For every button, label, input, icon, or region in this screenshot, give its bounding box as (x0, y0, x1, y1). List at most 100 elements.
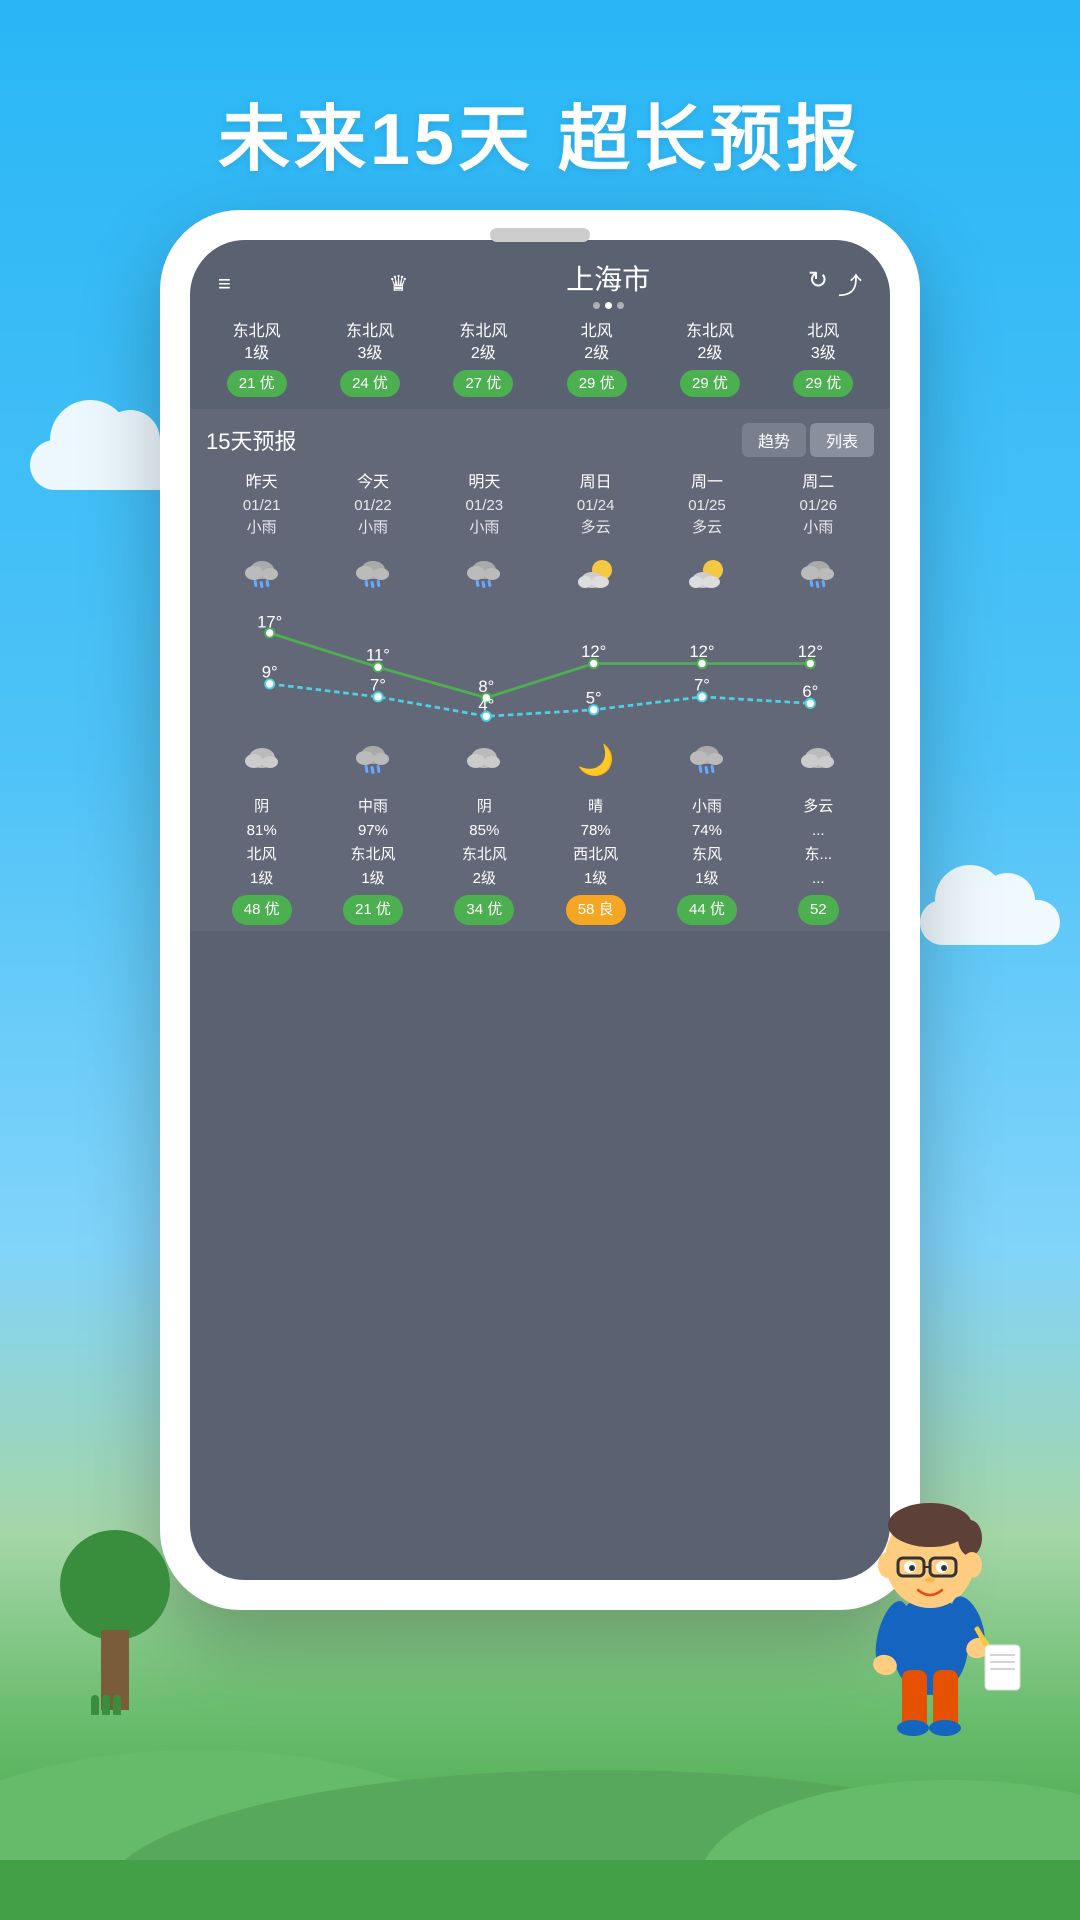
bottom-wind-5: 东... (763, 843, 874, 867)
bottom-col-2: 阴 85% 东北风 2级 34 优 (429, 795, 540, 931)
rain-icon-1 (351, 554, 395, 598)
bottom-wind-2: 东北风 (429, 843, 540, 867)
wind-direction-4: 东北风 (655, 321, 764, 343)
bottom-condition-0: 阴 (206, 795, 317, 819)
dot-1 (593, 302, 600, 309)
bottom-weather-icons: 🌙 (206, 734, 874, 789)
wind-level-0: 1级 (202, 343, 311, 365)
share-button[interactable]: ⤴ (838, 266, 862, 301)
day-date-5: 01/26 (763, 495, 874, 518)
weather-icon-cell-0 (206, 546, 317, 606)
bottom-wind-0: 北风 (206, 843, 317, 867)
wind-direction-2: 东北风 (429, 321, 538, 343)
aqi-badge-3: 29 优 (567, 370, 627, 397)
bottom-aqi-2: 34 优 (454, 895, 514, 925)
forecast-title: 15天预报 (206, 424, 296, 456)
page-dots (566, 302, 650, 309)
wind-aqi-row: 东北风 1级 21 优 东北风 3级 24 优 东北风 2级 27 优 北风 2… (190, 317, 890, 401)
weather-icon-cell-2 (429, 546, 540, 606)
weather-icon-cell-1 (317, 546, 428, 606)
temperature-chart: 17° 11° 8° 12° 12° 12° (206, 610, 874, 730)
wind-col-0: 东北风 1级 21 优 (200, 317, 313, 401)
bottom-aqi-1: 21 优 (343, 895, 403, 925)
city-name: 上海市 (566, 258, 650, 298)
svg-text:9°: 9° (262, 662, 278, 681)
menu-button[interactable]: ≡ (218, 271, 231, 297)
bottom-col-5: 多云 ... 东... ... 52 (763, 795, 874, 931)
day-col-0: 昨天 01/21 小雨 (206, 471, 317, 546)
bottom-condition-5: 多云 (763, 795, 874, 819)
tab-trend[interactable]: 趋势 (742, 423, 806, 457)
bottom-col-1: 中雨 97% 东北风 1级 21 优 (317, 795, 428, 931)
bottom-aqi-3: 58 良 (566, 895, 626, 925)
day-name-5: 周二 (763, 471, 874, 495)
day-col-3: 周日 01/24 多云 (540, 471, 651, 546)
bottom-aqi-5: 52 (798, 895, 839, 925)
day-weather-2: 小雨 (429, 517, 540, 540)
bottom-col-0: 阴 81% 北风 1级 48 优 (206, 795, 317, 931)
rain-icon-2 (462, 554, 506, 598)
refresh-button[interactable]: ↻ (808, 266, 828, 301)
weather-icons-row (206, 546, 874, 606)
aqi-badge-2: 27 优 (453, 370, 513, 397)
bottom-condition-3: 晴 (540, 795, 651, 819)
wind-direction-3: 北风 (542, 321, 651, 343)
bottom-level-4: 1级 (651, 867, 762, 891)
day-date-4: 01/25 (651, 495, 762, 518)
bottom-humidity-0: 81% (206, 819, 317, 843)
bottom-icon-0 (206, 734, 317, 789)
dot-2 (605, 302, 612, 309)
partlycloudy-icon-4 (685, 554, 729, 598)
city-header: 上海市 (566, 258, 650, 309)
aqi-badge-0: 21 优 (227, 370, 287, 397)
bottom-condition-4: 小雨 (651, 795, 762, 819)
day-date-2: 01/23 (429, 495, 540, 518)
bottom-wind-1: 东北风 (317, 843, 428, 867)
grass-blade-3 (113, 1695, 121, 1715)
svg-text:17°: 17° (257, 612, 282, 631)
wind-col-5: 北风 3级 29 优 (767, 317, 880, 401)
svg-text:8°: 8° (478, 677, 494, 696)
phone-notch (490, 228, 590, 242)
rain-icon-5 (796, 554, 840, 598)
day-date-1: 01/22 (317, 495, 428, 518)
day-weather-4: 多云 (651, 517, 762, 540)
day-weather-0: 小雨 (206, 517, 317, 540)
svg-text:6°: 6° (802, 682, 818, 701)
wind-col-2: 东北风 2级 27 优 (427, 317, 540, 401)
svg-text:🌙: 🌙 (577, 742, 614, 778)
svg-text:5°: 5° (586, 688, 602, 707)
day-weather-5: 小雨 (763, 517, 874, 540)
wind-level-4: 2级 (655, 343, 764, 365)
bottom-humidity-4: 74% (651, 819, 762, 843)
svg-text:12°: 12° (581, 642, 606, 661)
day-weather-1: 小雨 (317, 517, 428, 540)
tree-grass (91, 1695, 121, 1715)
day-name-1: 今天 (317, 471, 428, 495)
day-col-2: 明天 01/23 小雨 (429, 471, 540, 546)
app-header: ≡ ♛ 上海市 ↻ ⤴ (190, 240, 890, 317)
day-date-0: 01/21 (206, 495, 317, 518)
bottom-humidity-3: 78% (540, 819, 651, 843)
bottom-wind-3: 西北风 (540, 843, 651, 867)
aqi-badge-4: 29 优 (680, 370, 740, 397)
tab-list[interactable]: 列表 (810, 423, 874, 457)
bottom-icon-1 (317, 734, 428, 789)
tree-decoration (60, 1520, 170, 1710)
aqi-badge-5: 29 优 (793, 370, 853, 397)
bottom-level-3: 1级 (540, 867, 651, 891)
day-col-4: 周一 01/25 多云 (651, 471, 762, 546)
forecast-section: 15天预报 趋势 列表 昨天 01/21 小雨 今天 01/22 小雨 (190, 409, 890, 931)
bottom-humidity-1: 97% (317, 819, 428, 843)
wind-col-3: 北风 2级 29 优 (540, 317, 653, 401)
bottom-humidity-2: 85% (429, 819, 540, 843)
crown-button[interactable]: ♛ (389, 271, 409, 297)
tree-trunk (101, 1630, 129, 1710)
svg-text:7°: 7° (370, 675, 386, 694)
bottom-icon-3: 🌙 (540, 734, 651, 789)
forecast-header: 15天预报 趋势 列表 (206, 423, 874, 457)
bottom-level-2: 2级 (429, 867, 540, 891)
rain-icon-0 (240, 554, 284, 598)
bottom-icon-5 (763, 734, 874, 789)
bottom-col-4: 小雨 74% 东风 1级 44 优 (651, 795, 762, 931)
